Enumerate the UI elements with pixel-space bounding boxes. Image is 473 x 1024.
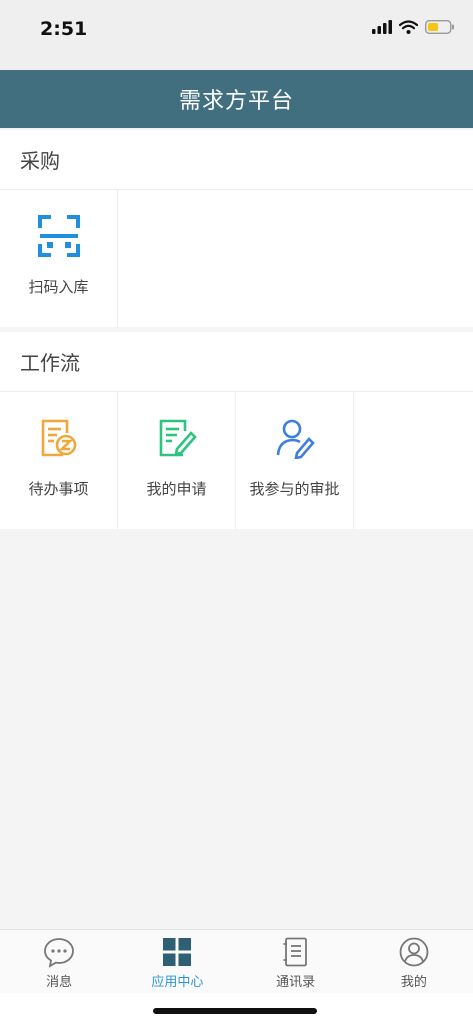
tab-label: 应用中心 (151, 975, 204, 990)
todo-icon (37, 416, 81, 460)
app-my-approvals[interactable]: 我参与的审批 (236, 392, 354, 529)
app-scan-inbound[interactable]: 扫码入库 (0, 190, 118, 327)
home-indicator[interactable] (153, 1008, 317, 1014)
tab-contacts[interactable]: 通讯录 (237, 930, 355, 993)
tab-app-center[interactable]: 应用中心 (118, 930, 236, 993)
tab-label: 通讯录 (276, 975, 316, 990)
section-title: 工作流 (0, 332, 473, 392)
section-title: 采购 (0, 130, 473, 190)
tab-label: 消息 (46, 975, 73, 990)
battery-icon (424, 19, 455, 38)
tab-bar: 消息 应用中心 通讯录 我的 (0, 929, 473, 993)
app-todo[interactable]: 待办事项 (0, 392, 118, 529)
app-label: 我的申请 (146, 480, 207, 498)
tab-me[interactable]: 我的 (355, 930, 473, 993)
grid-icon (161, 936, 193, 968)
status-bar: 2:51 (0, 0, 473, 70)
app-label: 扫码入库 (28, 278, 89, 296)
edit-document-icon (155, 416, 199, 460)
chat-bubble-icon (43, 936, 75, 968)
cellular-signal-icon (372, 19, 392, 38)
app-label: 我参与的审批 (249, 480, 340, 498)
status-icons (372, 19, 455, 38)
app-label: 待办事项 (28, 480, 89, 498)
app-my-application[interactable]: 我的申请 (118, 392, 236, 529)
scan-icon (37, 214, 81, 258)
user-edit-icon (273, 416, 317, 460)
contacts-book-icon (280, 936, 312, 968)
wifi-icon (398, 19, 419, 38)
tab-label: 我的 (400, 975, 427, 990)
user-circle-icon (398, 936, 430, 968)
section-purchase: 采购 扫码入库 (0, 130, 473, 327)
nav-bar: 需求方平台 (0, 70, 473, 128)
section-workflow: 工作流 待办事项 我的申请 我参与的审批 (0, 332, 473, 529)
app-grid: 扫码入库 (0, 190, 473, 327)
app-grid: 待办事项 我的申请 我参与的审批 (0, 392, 473, 529)
status-time: 2:51 (40, 18, 88, 40)
page-title: 需求方平台 (178, 89, 294, 114)
tab-messages[interactable]: 消息 (0, 930, 118, 993)
